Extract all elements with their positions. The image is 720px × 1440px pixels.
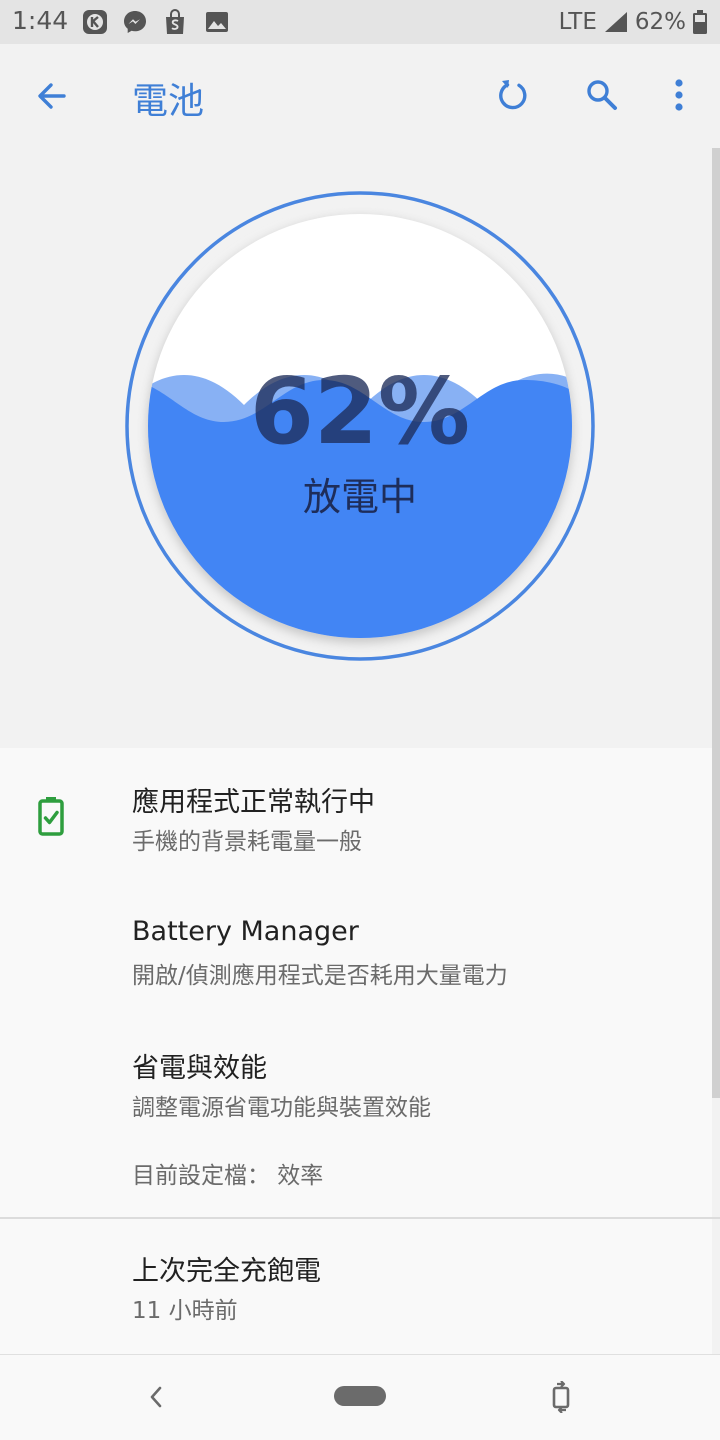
- power-saving-subtitle: 調整電源省電功能與裝置效能: [132, 1095, 431, 1121]
- nav-back-button[interactable]: [128, 1369, 184, 1425]
- apps-status-title: 應用程式正常執行中: [132, 787, 375, 818]
- arrow-back-icon: [38, 83, 66, 109]
- messenger-icon: [124, 11, 146, 33]
- battery-manager-title: Battery Manager: [132, 916, 359, 947]
- k-app-icon: [83, 10, 107, 34]
- last-charge-subtitle: 11 小時前: [132, 1298, 238, 1324]
- status-time: 1:44: [12, 6, 69, 35]
- battery-check-icon: [38, 797, 64, 836]
- app-bar: 電池: [0, 44, 720, 148]
- search-button[interactable]: [574, 67, 630, 123]
- list-item-last-full-charge[interactable]: 上次完全充飽電 11 小時前: [0, 1219, 712, 1353]
- more-options-button[interactable]: [651, 67, 707, 123]
- image-icon: [206, 12, 228, 32]
- rotate-button[interactable]: [534, 1369, 590, 1425]
- battery-icon: [693, 10, 707, 34]
- signal-icon: [604, 12, 627, 32]
- search-icon: [587, 80, 617, 110]
- shopping-bag-icon: [166, 9, 184, 34]
- battery-percentage: 62%: [249, 358, 471, 465]
- charging-status: 放電中: [302, 475, 417, 519]
- network-label: LTE: [558, 9, 597, 35]
- refresh-icon: [499, 80, 527, 110]
- last-charge-title: 上次完全充飽電: [132, 1256, 321, 1287]
- refresh-button[interactable]: [484, 67, 540, 123]
- battery-percent: 62%: [634, 9, 686, 35]
- more-vert-icon: [675, 79, 683, 111]
- rotate-icon: [552, 1381, 570, 1413]
- status-right: LTE 62%: [559, 6, 708, 38]
- list-item-power-saving[interactable]: 省電與效能 調整電源省電功能與裝置效能 目前設定檔： 效率: [0, 1012, 712, 1216]
- apps-status-subtitle: 手機的背景耗電量一般: [132, 829, 362, 855]
- page-title: 電池: [132, 81, 205, 122]
- battery-gauge-section: 62% 放電中: [0, 148, 720, 748]
- nav-back-icon: [150, 1386, 162, 1408]
- list-item-battery-manager[interactable]: Battery Manager 開啟/偵測應用程式是否耗用大量電力: [0, 878, 712, 1012]
- scrollbar[interactable]: [712, 148, 720, 1098]
- list-item-apps-status[interactable]: 應用程式正常執行中 手機的背景耗電量一般: [0, 748, 712, 878]
- power-saving-title: 省電與效能: [132, 1053, 267, 1084]
- status-bar: 1:44 LTE 62%: [0, 0, 720, 44]
- power-saving-profile: 目前設定檔： 效率: [132, 1163, 324, 1189]
- back-button[interactable]: [24, 68, 80, 124]
- home-pill[interactable]: [334, 1386, 386, 1406]
- navigation-bar: [0, 1354, 720, 1440]
- settings-list: 應用程式正常執行中 手機的背景耗電量一般 Battery Manager 開啟/…: [0, 748, 720, 1354]
- battery-manager-subtitle: 開啟/偵測應用程式是否耗用大量電力: [132, 963, 508, 989]
